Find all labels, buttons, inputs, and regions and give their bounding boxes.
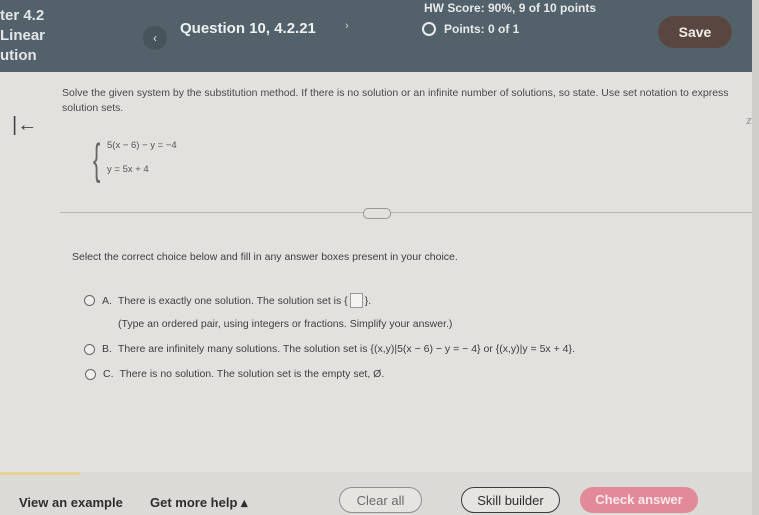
choice-a-letter: A. [102,294,112,307]
save-button[interactable]: Save [658,16,732,48]
skill-builder-button[interactable]: Skill builder [461,487,560,513]
hw-score: HW Score: 90%, 9 of 10 points [424,1,597,15]
previous-question-button[interactable]: ‹ [143,26,167,50]
chevron-right-icon: › [345,20,349,32]
choice-prompt: Select the correct choice below and fill… [72,251,458,263]
answer-input-box[interactable] [349,293,363,308]
highlight-tab [0,472,80,475]
choice-b[interactable]: B. There are infinitely many solutions. … [84,343,575,355]
question-panel [0,72,752,472]
chevron-left-icon: ‹ [153,31,157,45]
equation-1: 5(x − 6) − y = −4 [107,140,177,151]
question-instructions: Solve the given system by the substituti… [62,87,729,114]
question-title: Question 10, 4.2.21 [180,20,316,37]
check-answer-button[interactable]: Check answer [580,487,698,513]
section-divider [60,212,752,213]
choice-b-text: There are infinitely many solutions. The… [117,343,575,355]
points-text: Points: 0 of 1 [444,22,520,36]
radio-c[interactable] [85,368,96,380]
title-line-3: ution [0,47,37,64]
assignment-title: ter 4.2 Linear ution [0,6,45,66]
divider-drag-handle[interactable] [363,208,391,219]
choice-c-text: There is no solution. The solution set i… [119,368,385,380]
view-example-link[interactable]: View an example [19,495,123,510]
brace-icon: { [93,135,101,184]
title-line-2: Linear [0,27,46,44]
progress-circle-icon [422,22,436,36]
window-edge [752,0,759,515]
title-line-1: ter 4.2 [0,7,45,24]
choice-b-letter: B. [102,343,112,355]
equation-2: y = 5x + 4 [107,164,149,175]
top-header: ter 4.2 Linear ution ‹ Question 10, 4.2.… [0,0,752,72]
radio-a[interactable] [84,295,95,306]
choice-a[interactable]: A. There is exactly one solution. The so… [84,293,371,308]
choice-a-text-end: }. [364,294,372,307]
points-status: Points: 0 of 1 [422,22,519,36]
radio-b[interactable] [84,343,95,355]
choice-c[interactable]: C. There is no solution. The solution se… [85,368,384,380]
get-more-help-link[interactable]: Get more help ▴ [150,495,248,511]
choice-c-letter: C. [103,368,114,380]
choice-a-text: There is exactly one solution. The solut… [117,294,348,307]
next-question-button[interactable]: › [345,20,349,32]
choice-a-note: (Type an ordered pair, using integers or… [118,318,453,330]
clear-all-button[interactable]: Clear all [339,487,422,513]
collapse-left-icon[interactable]: |← [12,114,37,137]
